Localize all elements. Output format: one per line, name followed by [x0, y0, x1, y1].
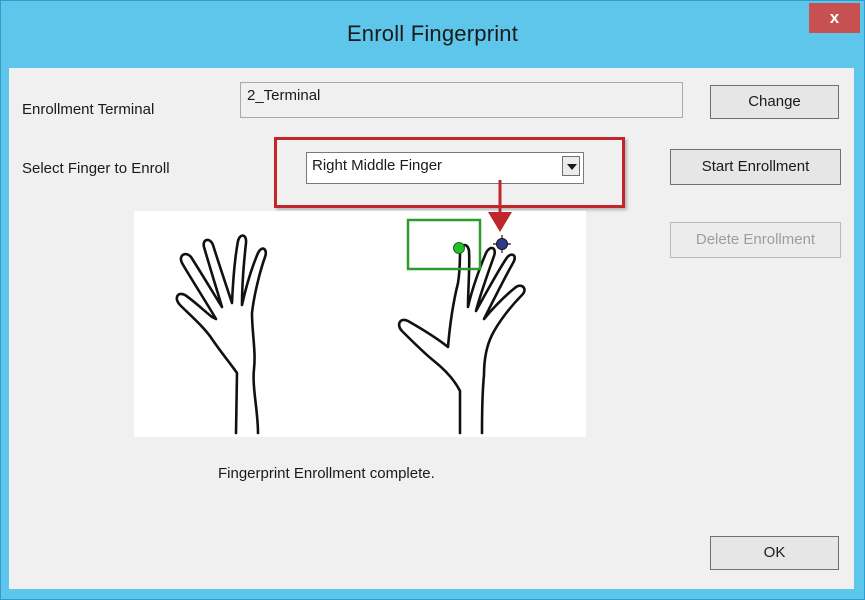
finger-select-value: Right Middle Finger: [312, 157, 443, 174]
select-finger-label: Select Finger to Enroll: [22, 160, 170, 177]
ok-button[interactable]: OK: [710, 536, 839, 570]
window-title: Enroll Fingerprint: [346, 21, 519, 46]
enrollment-terminal-field: 2_Terminal: [240, 82, 683, 118]
start-enrollment-button[interactable]: Start Enrollment: [670, 149, 841, 185]
enrolled-finger-dot: [453, 242, 465, 254]
right-hand-outline: [397, 243, 526, 435]
status-message: Fingerprint Enrollment complete.: [218, 465, 435, 482]
delete-enrollment-button: Delete Enrollment: [670, 222, 841, 258]
pointer-arrow-icon: [488, 180, 512, 232]
close-button[interactable]: x: [809, 3, 860, 33]
change-button[interactable]: Change: [710, 85, 839, 119]
title-bar[interactable]: Enroll Fingerprint x: [1, 1, 864, 69]
finger-select-dropdown[interactable]: Right Middle Finger: [306, 152, 584, 184]
enrollment-terminal-label: Enrollment Terminal: [22, 101, 155, 118]
chevron-down-icon[interactable]: [562, 156, 580, 176]
left-hand-outline: [175, 234, 268, 435]
